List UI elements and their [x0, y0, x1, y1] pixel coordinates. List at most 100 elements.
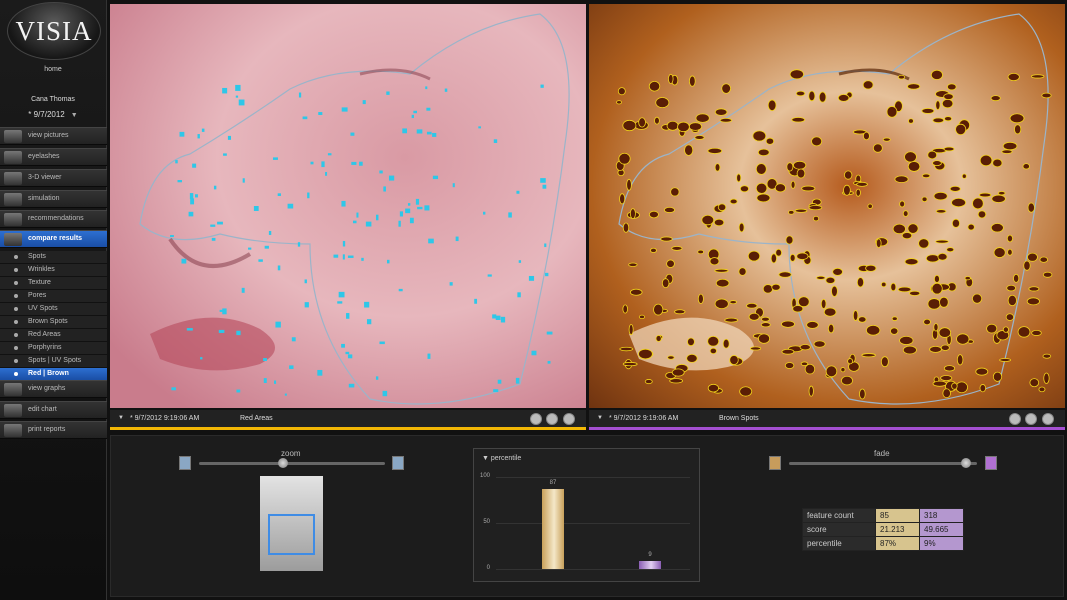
brown-spot-marker: [748, 312, 760, 321]
nav-3d-viewer[interactable]: 3-D viewer: [0, 169, 107, 187]
row-label: feature count: [802, 508, 876, 523]
brown-spot-marker: [721, 83, 731, 94]
brown-spot-marker: [694, 135, 705, 140]
brown-spot-marker: [951, 218, 960, 228]
brown-spot-marker: [855, 188, 861, 197]
settings-icon[interactable]: [563, 413, 575, 425]
left-capture-datetime[interactable]: * 9/7/2012 9:19:06 AM: [130, 415, 199, 422]
sub-item-wrinkles[interactable]: Wrinkles: [0, 264, 107, 277]
left-analysis-select[interactable]: Red Areas: [240, 415, 273, 422]
close-icon[interactable]: [546, 413, 558, 425]
photo-icon: [4, 130, 22, 143]
brown-spot-marker: [671, 246, 683, 251]
radio-icon: [14, 268, 18, 272]
brown-spot-marker: [997, 191, 1006, 196]
nav-label: print reports: [28, 426, 66, 433]
red-area-marker: [272, 157, 278, 160]
graph-icon: [4, 383, 22, 396]
caret-down-icon[interactable]: ▼: [597, 415, 603, 421]
row-label: percentile: [802, 536, 876, 551]
sub-item-spots-uv-spots[interactable]: Spots | UV Spots: [0, 355, 107, 368]
brown-spot-marker: [820, 298, 827, 309]
brown-spot-marker: [904, 151, 917, 163]
brown-spot-marker: [714, 163, 721, 172]
sub-label: Spots: [28, 253, 46, 260]
right-capture-datetime[interactable]: * 9/7/2012 9:19:06 AM: [609, 415, 678, 422]
zoom-out-icon[interactable]: [179, 456, 191, 470]
face-right-svg: [615, 13, 1053, 405]
bar-red-areas[interactable]: [542, 488, 564, 569]
y-tick-label: 0: [486, 565, 490, 571]
brown-spot-marker: [832, 267, 843, 276]
sub-label: Porphyrins: [28, 344, 62, 351]
red-area-marker: [417, 206, 423, 210]
zoom-in-icon[interactable]: [392, 456, 404, 470]
nav-print-reports[interactable]: print reports: [0, 421, 107, 439]
fade-left-swatch[interactable]: [769, 456, 781, 470]
zoom-slider-knob[interactable]: [277, 458, 288, 468]
red-area-marker: [444, 88, 448, 92]
sub-item-red-brown[interactable]: Red | Brown: [0, 368, 107, 381]
fade-slider[interactable]: [789, 462, 977, 465]
caret-down-icon[interactable]: ▼: [118, 415, 124, 421]
nav-edit-chart[interactable]: edit chart: [0, 401, 107, 419]
brown-spot-marker: [932, 380, 947, 387]
percentile-title-text: percentile: [490, 455, 522, 462]
fade-slider-knob[interactable]: [960, 458, 971, 468]
percentile-title[interactable]: ▼ percentile: [482, 455, 521, 462]
brown-spot-marker: [943, 365, 956, 372]
visia-logo[interactable]: VISIA: [7, 2, 101, 60]
brown-spot-marker: [616, 100, 622, 105]
nav-simulation[interactable]: simulation: [0, 190, 107, 208]
brown-spot-marker: [714, 108, 728, 116]
edit-icon: [4, 404, 22, 417]
sub-item-brown-spots[interactable]: Brown Spots: [0, 316, 107, 329]
brown-spot-marker: [902, 345, 917, 355]
sub-item-texture[interactable]: Texture: [0, 277, 107, 290]
brown-spot-marker: [930, 69, 943, 80]
brown-spot-marker: [677, 121, 690, 133]
fade-right-swatch[interactable]: [985, 456, 997, 470]
info-icon[interactable]: [530, 413, 542, 425]
brown-spot-marker: [796, 252, 809, 260]
brown-spot-marker: [629, 208, 636, 220]
bar-brown-spots[interactable]: [639, 560, 661, 569]
close-icon[interactable]: [1025, 413, 1037, 425]
settings-icon[interactable]: [1042, 413, 1054, 425]
brown-spots-image[interactable]: [589, 4, 1065, 408]
red-area-marker: [310, 161, 314, 165]
home-link[interactable]: home: [0, 66, 106, 73]
sub-item-spots[interactable]: Spots: [0, 251, 107, 264]
red-area-marker: [398, 220, 401, 227]
zoom-slider[interactable]: [199, 462, 385, 465]
right-analysis-select[interactable]: Brown Spots: [719, 415, 759, 422]
sub-label: Spots | UV Spots: [28, 357, 82, 364]
nav-recommendations[interactable]: recommendations: [0, 210, 107, 228]
sub-item-pores[interactable]: Pores: [0, 290, 107, 303]
nav-compare-results[interactable]: compare results: [0, 230, 107, 248]
red-area-marker: [302, 116, 308, 120]
compare-icon: [4, 233, 22, 246]
brown-spot-marker: [946, 247, 955, 253]
nav-view-graphs[interactable]: view graphs: [0, 380, 107, 398]
red-area-marker: [284, 393, 287, 396]
brown-spot-marker: [932, 117, 945, 124]
cell-right-value: 9%: [919, 536, 964, 551]
nav-view-pictures[interactable]: view pictures: [0, 127, 107, 145]
sub-item-porphyrins[interactable]: Porphyrins: [0, 342, 107, 355]
brown-spot-marker: [638, 314, 645, 320]
brown-spot-marker: [689, 75, 696, 87]
red-areas-image[interactable]: [110, 4, 586, 408]
navigator-thumbnail[interactable]: [260, 476, 323, 571]
info-icon[interactable]: [1009, 413, 1021, 425]
sub-item-red-areas[interactable]: Red Areas: [0, 329, 107, 342]
brown-spot-marker: [933, 191, 948, 201]
sub-item-uv-spots[interactable]: UV Spots: [0, 303, 107, 316]
left-accent-bar: [110, 427, 586, 430]
red-area-marker: [235, 84, 241, 91]
brown-spot-marker: [717, 203, 727, 212]
session-date-select[interactable]: * 9/7/2012 ▼: [0, 110, 106, 119]
brown-spot-marker: [774, 183, 786, 193]
viewport-box[interactable]: [268, 514, 315, 555]
nav-eyelashes[interactable]: eyelashes: [0, 148, 107, 166]
